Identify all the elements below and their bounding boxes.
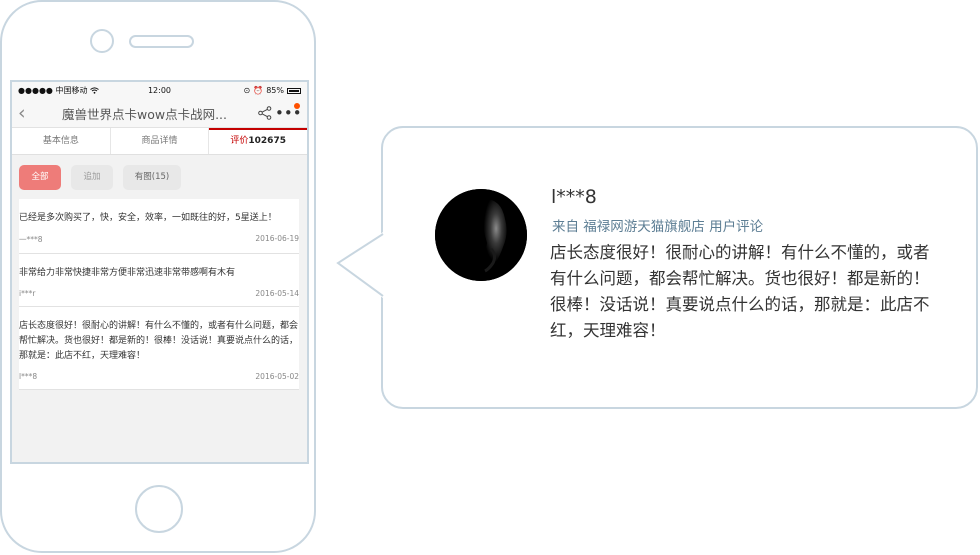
tab-product-details[interactable]: 商品详情 [111,128,210,154]
review-count: 102675 [248,136,286,146]
review-item[interactable]: 非常给力非常快捷非常方便非常迅速非常带感啊有木有 i***r 2016-05-1… [19,254,299,307]
review-date: 2016-06-19 [255,234,299,243]
share-icon[interactable] [255,106,275,120]
bubble-source: 来自 福禄网游天猫旗舰店 用户评论 [552,219,764,235]
review-text: 店长态度很好！很耐心的讲解！有什么不懂的，或者有什么问题，都会帮忙解决。货也很好… [19,321,299,361]
tab-reviews[interactable]: 评价102675 [209,128,307,154]
tab-bar: 基本信息 商品详情 评价102675 [12,128,307,155]
status-bar: ●●●●● 中国移动 12:00 ⊙ ⏰ 85% [12,82,307,99]
filter-chips: 全部 追加 有图(15) [12,155,307,199]
home-button[interactable] [135,485,183,533]
review-text: 已经是多次购买了，快，安全，效率，一如既往的好，5星送上！ [19,213,277,223]
bubble-tail [336,232,384,298]
stage: ●●●●● 中国移动 12:00 ⊙ ⏰ 85% ‹ 魔兽世界点卡wow点卡战网… [0,0,980,555]
review-date: 2016-05-02 [255,372,299,381]
status-left: ●●●●● 中国移动 [18,85,100,96]
speaker-slot [129,35,194,48]
wifi-icon [90,87,100,94]
bubble-username: l***8 [551,186,597,208]
phone-screen: ●●●●● 中国移动 12:00 ⊙ ⏰ 85% ‹ 魔兽世界点卡wow点卡战网… [10,80,309,464]
status-right: ⊙ ⏰ 85% [244,86,301,95]
user-avatar [435,189,527,281]
camera-icon [90,29,114,53]
tab-label: 商品详情 [141,136,178,146]
filter-with-images-chip[interactable]: 有图(15) [123,165,181,190]
alarm-icon: ⏰ [253,86,264,95]
carrier-label: ●●●●● 中国移动 [18,86,88,95]
filter-all-chip[interactable]: 全部 [19,165,61,190]
review-item[interactable]: 已经是多次购买了，快，安全，效率，一如既往的好，5星送上！ 一***8 2016… [19,199,299,254]
review-text: 非常给力非常快捷非常方便非常迅速非常带感啊有木有 [19,268,236,278]
review-user: l***8 [19,372,38,381]
rotation-lock-icon: ⊙ [243,86,251,95]
review-meta: l***8 2016-05-02 [19,372,299,381]
more-options-icon[interactable]: ••• [275,102,302,121]
review-user: 一***8 [19,235,43,244]
back-arrow-icon[interactable]: ‹ [18,103,34,123]
review-user: i***r [19,289,36,298]
tab-label: 基本信息 [42,136,79,146]
review-meta: 一***8 2016-06-19 [19,234,299,245]
phone-frame: ●●●●● 中国移动 12:00 ⊙ ⏰ 85% ‹ 魔兽世界点卡wow点卡战网… [0,0,316,553]
battery-icon [287,87,301,94]
review-date: 2016-05-14 [255,289,299,298]
tab-label: 评价 [230,136,249,146]
notification-dot [294,102,300,109]
tab-basic-info[interactable]: 基本信息 [12,128,111,154]
battery-percent: 85% [266,86,284,95]
review-list: 已经是多次购买了，快，安全，效率，一如既往的好，5星送上！ 一***8 2016… [19,199,299,390]
reviews-content: 全部 追加 有图(15) 已经是多次购买了，快，安全，效率，一如既往的好，5星送… [12,155,307,462]
review-item[interactable]: 店长态度很好！很耐心的讲解！有什么不懂的，或者有什么问题，都会帮忙解决。货也很好… [19,307,299,390]
review-meta: i***r 2016-05-14 [19,289,299,298]
bubble-review-text: 店长态度很好！很耐心的讲解！有什么不懂的，或者有什么问题，都会帮忙解决。货也很好… [550,243,930,340]
page-title: 魔兽世界点卡wow点卡战网... [61,106,227,122]
nav-bar: ‹ 魔兽世界点卡wow点卡战网... ••• [12,99,307,128]
filter-appended-chip[interactable]: 追加 [71,165,113,190]
